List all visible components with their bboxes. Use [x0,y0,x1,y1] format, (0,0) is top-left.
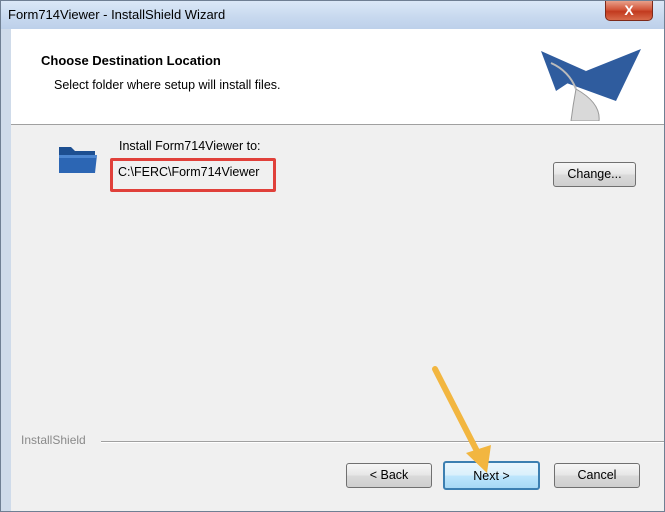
back-button[interactable]: < Back [346,463,432,488]
window-title: Form714Viewer - InstallShield Wizard [8,7,226,22]
window-frame-left [1,29,11,511]
close-button[interactable]: X [605,1,653,21]
header-subtitle: Select folder where setup will install f… [54,78,281,92]
cancel-button[interactable]: Cancel [554,463,640,488]
annotation-arrow [432,366,491,473]
folder-icon [59,147,97,173]
install-location-label: Install Form714Viewer to: [119,139,261,153]
installshield-brand-label: InstallShield [21,433,86,447]
title-bar[interactable]: Form714Viewer - InstallShield Wizard X [1,1,664,29]
install-path: C:\FERC\Form714Viewer [118,165,260,179]
installshield-logo [541,49,641,121]
installer-window: Form714Viewer - InstallShield Wizard X C… [0,0,665,512]
change-button[interactable]: Change... [553,162,636,187]
header-title: Choose Destination Location [41,53,221,68]
brand-divider [101,441,664,443]
wizard-header: Choose Destination Location Select folde… [11,29,664,125]
